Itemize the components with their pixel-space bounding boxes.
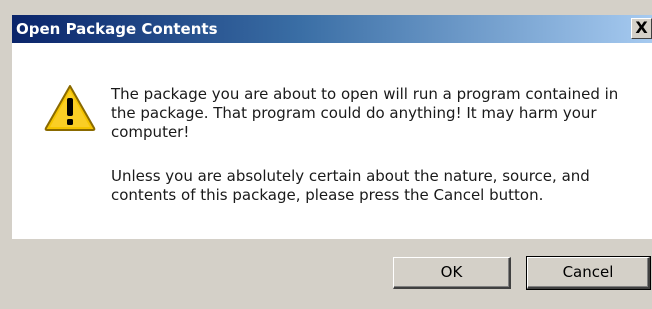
window-left-border	[0, 0, 12, 309]
window-top-border	[0, 0, 652, 15]
cancel-advice-message: Unless you are absolutely certain about …	[111, 167, 590, 204]
title-bar[interactable]: Open Package Contents X	[12, 15, 652, 43]
dialog-window: Open Package Contents X The package you …	[0, 0, 652, 309]
close-icon: X	[635, 18, 648, 37]
cancel-button[interactable]: Cancel	[526, 256, 651, 290]
close-button[interactable]: X	[631, 18, 652, 39]
dialog-content: The package you are about to open will r…	[12, 43, 652, 239]
warning-message: The package you are about to open will r…	[111, 85, 619, 141]
warning-icon	[44, 85, 96, 131]
ok-button[interactable]: OK	[393, 257, 511, 289]
button-bar: OK Cancel	[12, 239, 652, 309]
dialog-title: Open Package Contents	[16, 20, 218, 38]
